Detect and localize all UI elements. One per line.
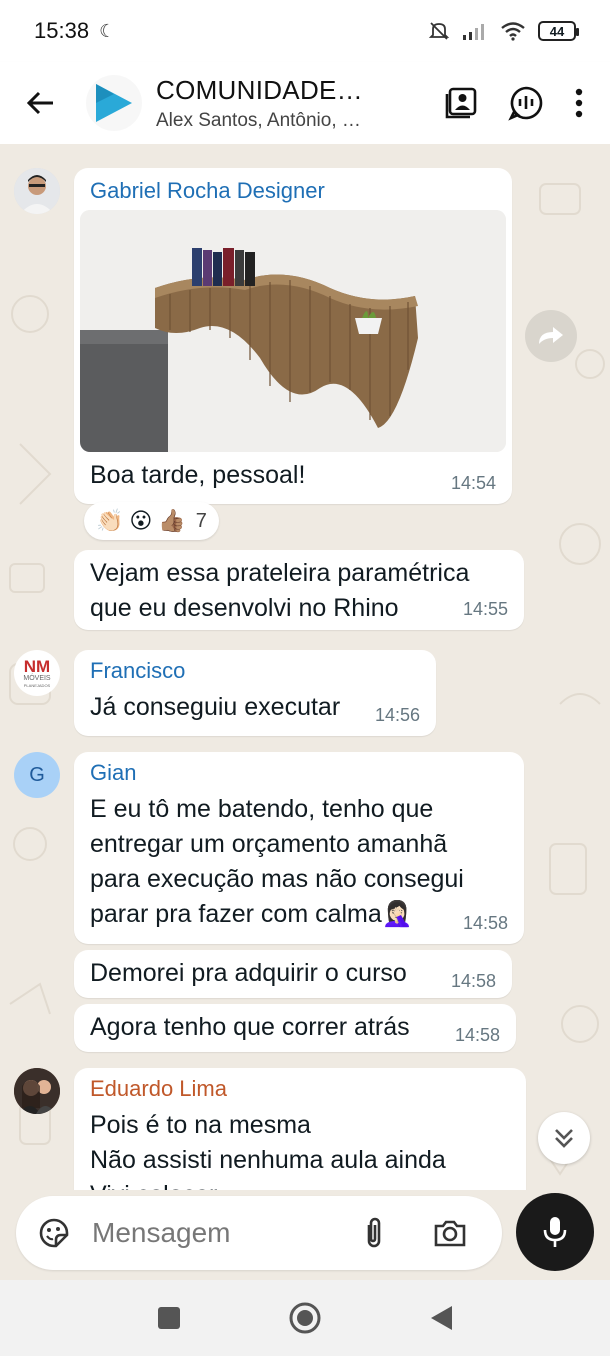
message-time: 14:54 [450,473,496,493]
avatar-gabriel[interactable] [14,168,60,214]
message-bubble[interactable]: Eduardo Lima Pois é to na mesma Não assi… [74,1068,526,1190]
sender-name: Eduardo Lima [90,1076,227,1101]
message-line: Não assisti nenhuma aula ainda [90,1146,446,1174]
reaction-clap: 👏🏻 [96,508,124,533]
sticker-icon [39,1218,69,1248]
voice-record-button[interactable] [516,1193,594,1271]
avatar-logo-sub: MÓVEIS [23,675,51,682]
battery-level: 44 [549,23,565,39]
attach-button[interactable] [356,1213,392,1253]
message-text: E eu tô me batendo, tenho que entregar u… [90,792,464,932]
voice-chat-button[interactable] [508,85,544,121]
message-bubble[interactable]: Demorei pra adquirir o curso 14:58 [74,950,512,998]
message-text: Já conseguiu executar [90,693,341,721]
battery-indicator: 44 [538,21,579,41]
message-line: parar pra fazer com calma🤦🏻‍♀️ [90,900,413,928]
message-time: 14:56 [374,705,420,725]
message-time: 14:58 [450,971,496,991]
message-bubble[interactable]: Gabriel Rocha Designer Boa tarde, pessoa… [74,168,512,504]
message-bubble[interactable]: Francisco Já conseguiu executar 14:56 [74,650,436,736]
avatar-logo-sub2: PLANEJADOS [23,683,51,688]
status-bar: 15:38 ☾ 44 [0,0,610,62]
more-vertical-icon [575,88,583,118]
message-line: Vejam essa prateleira paramétrica [90,559,470,587]
message-reactions[interactable]: 👏🏻 😮 👍🏽 7 [84,502,219,540]
message-line: entregar um orçamento amanhã [90,830,448,858]
message-text: Agora tenho que correr atrás [90,1013,410,1041]
avatar-francisco[interactable]: NM MÓVEIS PLANEJADOS [14,650,60,696]
muted-bell-icon [428,22,450,40]
double-chevron-down-icon [555,1129,573,1148]
message-image[interactable] [80,210,506,452]
couple-photo-icon [14,1068,60,1114]
avatar-letter: G [29,763,45,786]
message-line: E eu tô me batendo, tenho que [90,795,434,823]
back-button[interactable] [22,85,58,121]
mic-icon [543,1217,567,1247]
signal-icon [463,24,484,40]
sender-name: Francisco [90,658,186,683]
sender-name: Gabriel Rocha Designer [90,178,325,203]
message-bubble[interactable]: Agora tenho que correr atrás 14:58 [74,1004,516,1052]
square-icon [158,1307,180,1329]
circle-icon [289,1302,321,1334]
message-line: que eu desenvolvi no Rhino [90,594,399,622]
arrow-left-icon [26,91,53,115]
message-line: para execução mas não consegui [90,865,464,893]
message-line: Pois é to na mesma [90,1111,311,1139]
message-bubble[interactable]: Gian E eu tô me batendo, tenho que entre… [74,752,524,944]
message-text: Boa tarde, pessoal! [90,461,306,489]
message-text: Pois é to na mesma Não assisti nenhuma a… [90,1108,446,1190]
avatar-logo-text: NM [23,657,51,676]
header-actions [444,85,584,121]
message-list[interactable]: Gabriel Rocha Designer Boa tarde, pessoa… [0,144,610,1190]
sticker-button[interactable] [36,1215,72,1251]
reaction-thumbs-up: 👍🏽 [158,508,186,533]
message-text: Vejam essa prateleira paramétrica que eu… [90,556,469,626]
paperclip-icon [367,1217,381,1248]
message-time: 14:58 [462,913,508,933]
status-icons: 44 [428,20,579,42]
forward-icon [539,327,563,344]
group-logo-icon [96,84,132,122]
triangle-back-icon [431,1306,452,1330]
sender-name: Gian [90,760,137,785]
person-photo-icon [14,168,60,214]
chat-title: COMUNIDADE… [156,74,363,105]
recents-button[interactable] [151,1300,187,1336]
home-button[interactable] [287,1300,323,1336]
message-text: Demorei pra adquirir o curso [90,959,407,987]
message-input[interactable] [92,1217,342,1249]
wifi-icon [501,22,525,41]
contact-card-button[interactable] [444,86,478,120]
system-nav-bar [0,1280,610,1356]
message-time: 14:58 [454,1025,500,1045]
reaction-count: 7 [195,509,207,532]
contact-card-icon [445,87,477,119]
forward-button[interactable] [525,310,577,362]
shelf-image-icon [80,210,506,452]
status-time: 15:38 [34,18,90,43]
avatar-gian[interactable]: G [14,752,60,798]
composer-bar [0,1190,610,1280]
chat-participants: Alex Santos, Antônio, … [156,109,361,131]
scroll-down-button[interactable] [538,1112,590,1164]
more-options-button[interactable] [574,88,584,118]
message-bubble[interactable]: Vejam essa prateleira paramétrica que eu… [74,550,524,630]
reaction-surprised: 😮 [129,508,153,533]
camera-button[interactable] [430,1213,470,1253]
chat-header: COMUNIDADE… Alex Santos, Antônio, … [0,62,610,144]
voice-chat-icon [508,86,543,121]
message-composer [16,1196,502,1270]
group-avatar[interactable] [86,75,142,131]
message-time: 14:55 [462,599,508,619]
message-line: Vivi colocar... [90,1178,446,1190]
back-nav-button[interactable] [423,1300,459,1336]
dnd-moon-icon: ☾ [99,20,116,41]
chat-info[interactable]: COMUNIDADE… Alex Santos, Antônio, … [156,75,378,132]
avatar-eduardo[interactable] [14,1068,60,1114]
camera-icon [434,1220,466,1247]
